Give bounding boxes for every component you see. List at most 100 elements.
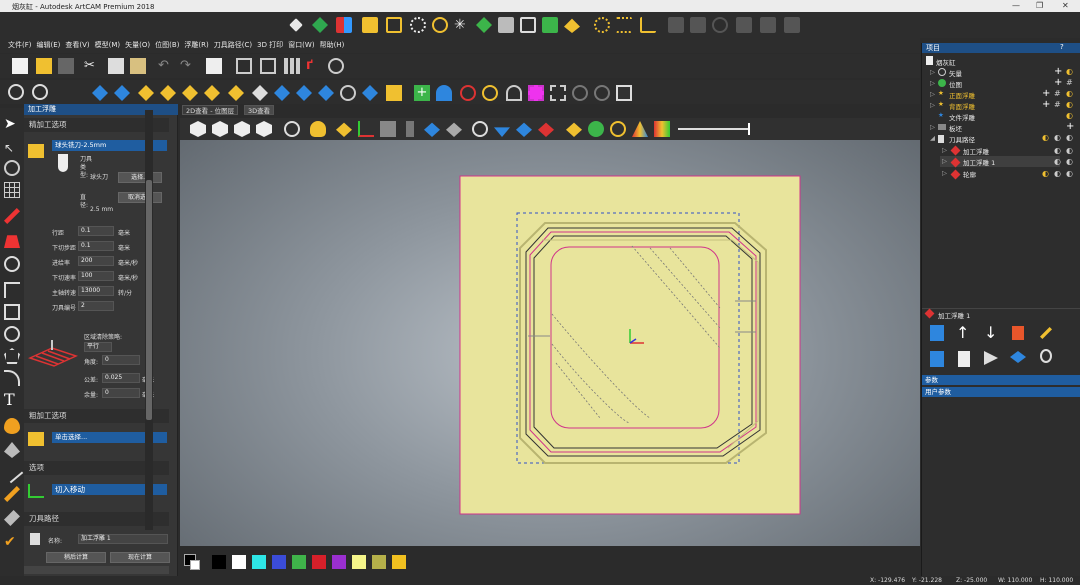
swatch-black[interactable] — [212, 555, 226, 569]
secondary-color-icon[interactable] — [190, 560, 200, 570]
visibility-icon[interactable]: ◐ — [1066, 100, 1073, 109]
relief-shape-5-icon[interactable] — [182, 85, 198, 101]
tab-3d-view[interactable]: 3D查看 — [244, 105, 275, 115]
add-icon[interactable]: + — [1066, 121, 1074, 132]
tree-root[interactable]: 烟灰缸 — [936, 57, 956, 67]
curve-icon[interactable] — [432, 17, 448, 33]
visibility-icon[interactable]: ◐ — [1054, 146, 1061, 155]
relief-shape-11-icon[interactable] — [318, 85, 334, 101]
area-clear-select[interactable]: 平行 — [84, 342, 112, 352]
expand-icon[interactable]: ▷ — [942, 157, 947, 165]
lasso-icon[interactable] — [4, 256, 20, 272]
model-size-icon[interactable] — [236, 58, 252, 74]
rectangle-icon[interactable] — [4, 304, 20, 320]
tool-number-input[interactable]: 2 — [78, 301, 114, 311]
snap-icon[interactable] — [328, 58, 344, 74]
point-icon[interactable] — [594, 17, 610, 33]
swatch-green[interactable] — [292, 555, 306, 569]
tree-profile[interactable]: 轮廓 — [963, 169, 976, 179]
expand-icon[interactable]: ▷ — [930, 68, 935, 76]
relief-shape-4-icon[interactable] — [160, 85, 176, 101]
grid-tool-icon[interactable] — [4, 182, 20, 198]
pen-icon[interactable] — [4, 486, 20, 502]
border-icon[interactable] — [260, 58, 276, 74]
tree-vectors[interactable]: 矢量 — [949, 68, 962, 78]
expand-icon[interactable]: ▷ — [930, 123, 935, 131]
folder-icon[interactable] — [28, 144, 44, 158]
relief-icon[interactable] — [312, 17, 328, 33]
tab-2d-view[interactable]: 2D查看 - 位图层 — [182, 105, 239, 115]
tree-back-relief[interactable]: 背面浮雕 — [949, 101, 975, 111]
relief-mirror-icon[interactable] — [506, 85, 522, 101]
tree-front-relief[interactable]: 正面浮雕 — [949, 90, 975, 100]
add-icon[interactable]: + — [414, 85, 430, 101]
add-icon[interactable]: + — [1042, 99, 1050, 110]
horizontal-scrollbar[interactable] — [24, 566, 169, 574]
vector-icon[interactable] — [289, 18, 303, 32]
polygon-icon[interactable] — [4, 348, 20, 364]
smudge-icon[interactable] — [4, 442, 20, 458]
help-icon[interactable]: ? — [1060, 43, 1064, 51]
3d-viewport[interactable] — [180, 118, 920, 546]
swatch-light-yellow[interactable] — [352, 555, 366, 569]
allowance-input[interactable]: 0 — [102, 388, 140, 398]
save-toolpath-icon[interactable] — [930, 325, 944, 341]
visibility-icon[interactable]: ◐ — [1042, 133, 1049, 142]
polyline-tool-icon[interactable] — [4, 282, 20, 298]
close-icon[interactable]: ✕ — [1062, 1, 1069, 10]
add-icon[interactable]: + — [1054, 77, 1062, 88]
save-icon[interactable] — [58, 58, 74, 74]
visibility-icon[interactable]: # — [1054, 89, 1061, 98]
feed-rate-input[interactable]: 200 — [78, 256, 114, 266]
spindle-speed-input[interactable]: 13000 — [78, 286, 114, 296]
visibility-icon[interactable]: ◐ — [1066, 146, 1073, 155]
minimize-icon[interactable]: — — [1012, 1, 1020, 10]
rough-folder-icon[interactable] — [28, 432, 44, 446]
menu-window[interactable]: 窗口(W) — [288, 38, 314, 53]
deselect-tool-button[interactable]: 取消选择 — [118, 192, 162, 203]
slab-icon[interactable] — [564, 18, 580, 33]
plane-icon[interactable] — [498, 17, 514, 33]
star-icon[interactable]: ✳ — [454, 17, 470, 33]
brush-icon[interactable] — [4, 208, 20, 224]
transform-icon[interactable] — [4, 160, 20, 176]
visibility-icon[interactable]: ◐ — [1066, 111, 1073, 120]
visibility-icon[interactable]: ◐ — [1066, 67, 1073, 76]
tree-toolpaths[interactable]: 刀具路径 — [949, 134, 975, 144]
add-icon[interactable]: + — [1042, 88, 1050, 99]
plunge-rate-input[interactable]: 100 — [78, 271, 114, 281]
open-file-icon[interactable] — [36, 58, 52, 74]
zoom-icon[interactable] — [8, 84, 24, 100]
add-icon[interactable]: + — [1054, 66, 1062, 77]
eraser-icon[interactable] — [4, 510, 20, 526]
angle-input[interactable]: 0 — [102, 355, 140, 365]
tolerance-input[interactable]: 0.025 — [102, 373, 140, 383]
relief-shape-8-icon[interactable] — [252, 85, 268, 101]
user-parameters-bar[interactable]: 用户参数 — [922, 387, 1080, 397]
relief-select-icon[interactable] — [528, 85, 544, 101]
relief-shape-3-icon[interactable] — [138, 85, 154, 101]
redo-icon[interactable]: ↷ — [180, 58, 196, 74]
relief-shape-6-icon[interactable] — [204, 85, 220, 101]
menu-toolpath[interactable]: 刀具路径(C) — [214, 38, 252, 53]
menu-bitmap[interactable]: 位图(B) — [155, 38, 179, 53]
toolpath-name-input[interactable]: 加工浮雕 1 — [78, 534, 168, 544]
text-tool-icon[interactable]: T — [4, 392, 20, 408]
relief-reset-icon[interactable] — [482, 85, 498, 101]
edit-icon[interactable] — [1040, 327, 1052, 339]
cut-icon[interactable]: ✂ — [84, 58, 100, 74]
relief-offset-icon[interactable] — [460, 85, 476, 101]
notes-icon[interactable] — [206, 58, 222, 74]
visibility-icon[interactable]: ◐ — [1054, 133, 1061, 142]
relief-shape-7-icon[interactable] — [228, 85, 244, 101]
tree-file-relief[interactable]: 文件浮雕 — [949, 112, 975, 122]
relief-shape-13-icon[interactable] — [362, 85, 378, 101]
grid-icon[interactable] — [284, 58, 300, 74]
paste-icon[interactable] — [130, 58, 146, 74]
relief-merge-icon[interactable] — [436, 85, 452, 101]
swatch-red[interactable] — [312, 555, 326, 569]
tree-bitmaps[interactable]: 位图 — [949, 79, 962, 89]
relief-shape-9-icon[interactable] — [274, 85, 290, 101]
swatch-purple[interactable] — [332, 555, 346, 569]
relief-box-icon[interactable] — [616, 85, 632, 101]
